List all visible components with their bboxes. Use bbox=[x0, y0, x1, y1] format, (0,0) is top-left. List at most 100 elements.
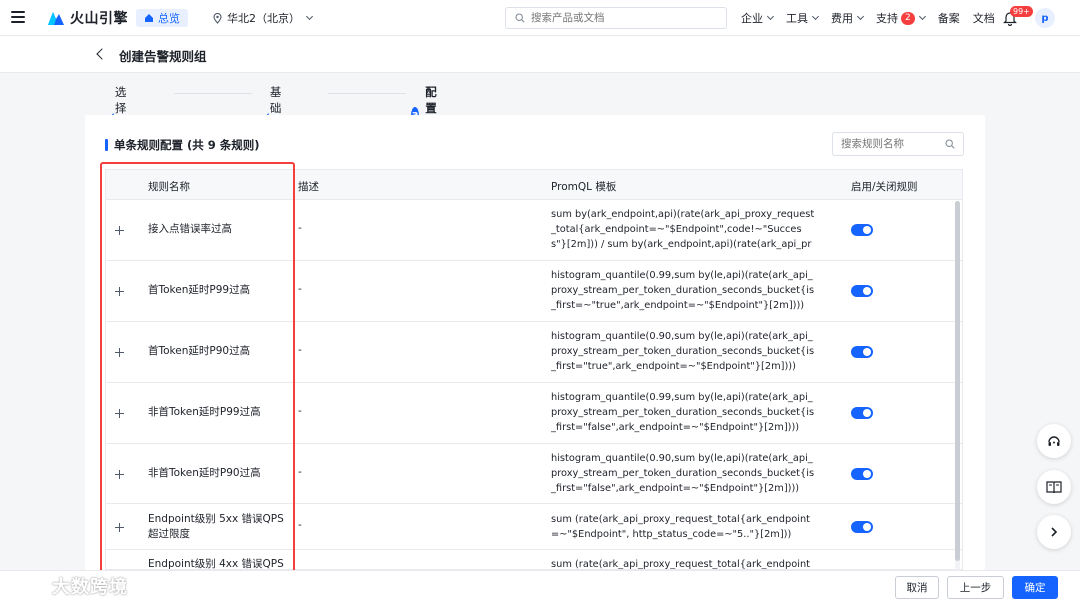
nav-support[interactable]: 支持 2 bbox=[876, 10, 926, 26]
brand-name: 火山引擎 bbox=[70, 11, 128, 27]
rule-enable-toggle[interactable] bbox=[851, 224, 873, 236]
nav-tools[interactable]: 工具 bbox=[786, 10, 820, 26]
global-search-input[interactable] bbox=[531, 12, 711, 24]
notification-badge: 99+ bbox=[1010, 6, 1033, 17]
chevron-down-icon bbox=[811, 12, 820, 21]
table-row: 非首Token延时P99过高 - histogram_quantile(0.99… bbox=[106, 383, 962, 444]
chevron-down-icon bbox=[856, 12, 865, 21]
rule-description: - bbox=[298, 466, 302, 478]
chevron-down-icon bbox=[918, 12, 926, 21]
rules-table: 规则名称 描述 PromQL 模板 启用/关闭规则 接入点错误率过高 - sum… bbox=[105, 169, 963, 570]
table-row: 首Token延时P99过高 - histogram_quantile(0.99,… bbox=[106, 261, 962, 322]
nav-tools-label: 工具 bbox=[786, 12, 808, 25]
nav-docs[interactable]: 文档 bbox=[973, 10, 995, 26]
rule-enable-toggle[interactable] bbox=[851, 468, 873, 480]
overview-tab-label: 总览 bbox=[158, 12, 180, 25]
page-header: 创建告警规则组 bbox=[0, 36, 1080, 73]
rule-enable-toggle[interactable] bbox=[851, 407, 873, 419]
rule-enable-toggle[interactable] bbox=[851, 346, 873, 358]
expand-plus-icon[interactable] bbox=[115, 521, 127, 533]
page-title: 创建告警规则组 bbox=[119, 49, 207, 64]
nav-filing-label: 备案 bbox=[937, 12, 960, 25]
location-pin-icon bbox=[213, 12, 222, 24]
watermark-logo-icon bbox=[9, 576, 44, 594]
nav-support-label: 支持 bbox=[876, 12, 898, 25]
rule-name: 非首Token延时P90过高 bbox=[148, 467, 261, 479]
expand-plus-icon[interactable] bbox=[115, 346, 127, 358]
nav-enterprise-label: 企业 bbox=[741, 12, 763, 25]
table-header: 规则名称 描述 PromQL 模板 启用/关闭规则 bbox=[106, 170, 962, 200]
top-navigation-bar: 火山引擎 总览 华北2（北京） 企业 工具 费用 支持2 备案 文档 99+ p bbox=[0, 0, 1080, 36]
region-label: 华北2（北京） bbox=[227, 12, 300, 25]
overview-tab[interactable]: 总览 bbox=[136, 9, 188, 27]
rule-name: 首Token延时P90过高 bbox=[148, 345, 251, 357]
user-avatar[interactable]: p bbox=[1035, 8, 1055, 28]
home-icon bbox=[145, 14, 153, 22]
nav-filing[interactable]: 备案 bbox=[938, 10, 960, 26]
rule-description: - bbox=[298, 344, 302, 356]
search-icon[interactable] bbox=[945, 139, 955, 149]
rule-promql: sum (rate(ark_api_proxy_request_total{ar… bbox=[551, 514, 810, 540]
section-title: 单条规则配置 (共 9 条规则) bbox=[105, 137, 260, 153]
nav-billing[interactable]: 费用 bbox=[831, 10, 865, 26]
cancel-button[interactable]: 取消 bbox=[895, 576, 939, 599]
confirm-button[interactable]: 确定 bbox=[1012, 576, 1058, 599]
volcengine-logo[interactable]: 火山引擎 bbox=[47, 8, 128, 28]
top-nav-links: 企业 工具 费用 支持 2 备案 文档 bbox=[741, 10, 1008, 26]
rule-promql: histogram_quantile(0.99,sum by(le,api)(r… bbox=[551, 392, 815, 433]
rule-name: Endpoint级别 4xx 错误QPS超 bbox=[148, 558, 284, 570]
table-row: 首Token延时P90过高 - histogram_quantile(0.90,… bbox=[106, 322, 962, 383]
previous-step-button[interactable]: 上一步 bbox=[947, 576, 1004, 599]
rule-name: Endpoint级别 5xx 错误QPS超过限度 bbox=[148, 513, 284, 540]
search-icon bbox=[515, 13, 525, 23]
expand-plus-icon[interactable] bbox=[115, 224, 127, 236]
rule-enable-toggle[interactable] bbox=[851, 285, 873, 297]
column-header-enabled: 启用/关闭规则 bbox=[851, 181, 918, 193]
scrollbar-thumb[interactable] bbox=[955, 201, 960, 561]
column-header-name: 规则名称 bbox=[148, 181, 190, 193]
book-icon bbox=[1046, 481, 1062, 494]
rule-promql: histogram_quantile(0.99,sum by(le,api)(r… bbox=[551, 270, 815, 311]
rule-description: - bbox=[298, 222, 302, 234]
rule-enable-toggle[interactable] bbox=[851, 521, 873, 533]
section-accent-bar bbox=[105, 139, 108, 151]
nav-docs-label: 文档 bbox=[972, 12, 995, 25]
chevron-down-icon bbox=[305, 12, 314, 21]
headset-icon bbox=[1048, 436, 1060, 446]
docs-button[interactable] bbox=[1037, 470, 1071, 504]
rule-promql: sum by(ark_endpoint,api)(rate(ark_api_pr… bbox=[551, 209, 815, 250]
rule-promql: sum (rate(ark_api_proxy_request_total{ar… bbox=[551, 559, 810, 570]
back-arrow-icon[interactable] bbox=[96, 48, 108, 60]
step-connector bbox=[328, 93, 406, 94]
volcano-logo-icon bbox=[48, 12, 64, 25]
support-badge: 2 bbox=[901, 11, 915, 25]
rule-promql: histogram_quantile(0.90,sum by(le,api)(r… bbox=[551, 453, 815, 494]
nav-billing-label: 费用 bbox=[831, 12, 853, 25]
expand-panel-button[interactable] bbox=[1037, 515, 1071, 549]
table-row: Endpoint级别 4xx 错误QPS超 sum (rate(ark_api_… bbox=[106, 550, 962, 570]
expand-plus-icon[interactable] bbox=[115, 285, 127, 297]
watermark: 大数跨境 bbox=[8, 573, 128, 599]
table-row: 接入点错误率过高 - sum by(ark_endpoint,api)(rate… bbox=[106, 200, 962, 261]
footer-action-bar: 取消 上一步 确定 bbox=[0, 570, 1080, 609]
rule-search[interactable] bbox=[832, 132, 964, 156]
hamburger-menu-icon[interactable] bbox=[11, 11, 25, 23]
rule-description: - bbox=[298, 405, 302, 417]
watermark-text: 大数跨境 bbox=[52, 577, 128, 598]
customer-service-button[interactable] bbox=[1037, 424, 1071, 458]
table-row: 非首Token延时P90过高 - histogram_quantile(0.90… bbox=[106, 444, 962, 504]
rule-name: 非首Token延时P99过高 bbox=[148, 406, 261, 418]
chevron-down-icon bbox=[766, 12, 775, 21]
expand-plus-icon[interactable] bbox=[115, 407, 127, 419]
table-scrollbar[interactable] bbox=[955, 201, 960, 570]
column-header-desc: 描述 bbox=[298, 181, 319, 193]
rule-search-input[interactable] bbox=[841, 138, 937, 150]
rule-promql: histogram_quantile(0.90,sum by(le,api)(r… bbox=[551, 331, 815, 372]
rule-name: 首Token延时P99过高 bbox=[148, 284, 251, 296]
expand-plus-icon[interactable] bbox=[115, 468, 127, 480]
nav-enterprise[interactable]: 企业 bbox=[741, 10, 775, 26]
chevron-right-icon bbox=[1051, 527, 1058, 537]
step-connector bbox=[174, 93, 252, 94]
global-search[interactable] bbox=[505, 7, 727, 29]
region-selector[interactable]: 华北2（北京） bbox=[213, 10, 314, 26]
